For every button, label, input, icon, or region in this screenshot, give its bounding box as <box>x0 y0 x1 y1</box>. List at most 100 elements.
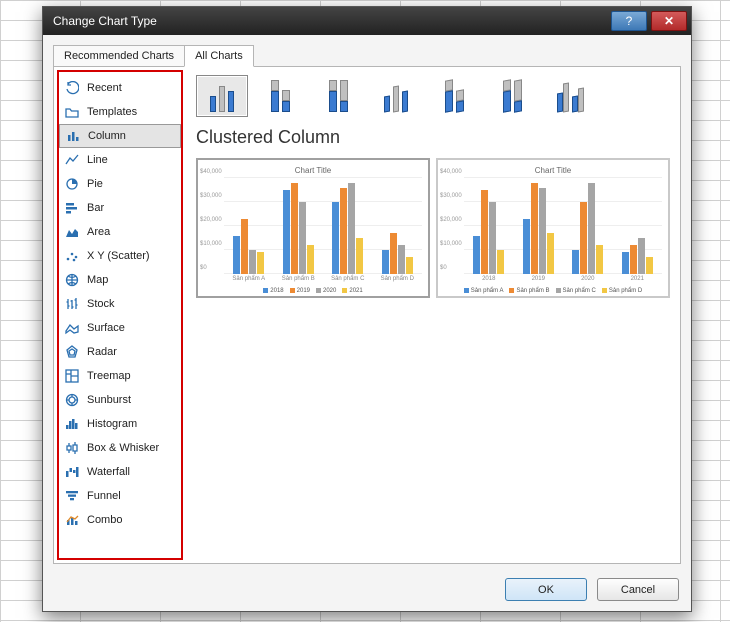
sidebar-item-area[interactable]: Area <box>59 220 181 244</box>
y-tick: $0 <box>200 265 207 271</box>
y-tick: $20,000 <box>200 217 222 223</box>
sidebar-item-label: Pie <box>87 178 103 190</box>
y-tick: $10,000 <box>200 241 222 247</box>
sidebar-item-recent[interactable]: Recent <box>59 76 181 100</box>
y-tick: $0 <box>440 265 447 271</box>
subtype-heading: Clustered Column <box>196 127 670 148</box>
preview-title: Chart Title <box>202 166 424 175</box>
folder-icon <box>65 105 79 119</box>
sunburst-icon <box>65 393 79 407</box>
sidebar-item-label: Recent <box>87 82 122 94</box>
sidebar-item-radar[interactable]: Radar <box>59 340 181 364</box>
close-button[interactable]: ✕ <box>651 11 687 31</box>
sidebar-item-funnel[interactable]: Funnel <box>59 484 181 508</box>
sidebar-item-surface[interactable]: Surface <box>59 316 181 340</box>
sidebar-item-label: Bar <box>87 202 104 214</box>
x-tick: Sản phẩm A <box>224 276 274 282</box>
x-tick: 2018 <box>464 276 514 282</box>
area-icon <box>65 225 79 239</box>
y-tick: $30,000 <box>440 193 462 199</box>
sidebar-item-label: X Y (Scatter) <box>87 250 150 262</box>
y-tick: $10,000 <box>440 241 462 247</box>
help-button[interactable]: ? <box>611 11 647 31</box>
x-tick: Sản phẩm C <box>323 276 373 282</box>
line-icon <box>65 153 79 167</box>
column-icon <box>66 129 80 143</box>
subtype-3d-column[interactable] <box>544 75 596 117</box>
subtype-3d-stacked-column[interactable] <box>428 75 480 117</box>
titlebar: Change Chart Type ? ✕ <box>43 7 691 35</box>
treemap-icon <box>65 369 79 383</box>
sidebar-item-bar[interactable]: Bar <box>59 196 181 220</box>
sidebar-item-label: Column <box>88 130 126 142</box>
x-tick: Sản phẩm B <box>274 276 324 282</box>
sidebar-item-templates[interactable]: Templates <box>59 100 181 124</box>
sidebar-item-combo[interactable]: Combo <box>59 508 181 532</box>
y-tick: $30,000 <box>200 193 222 199</box>
y-tick: $20,000 <box>440 217 462 223</box>
chart-legend: 2018201920202021 <box>198 288 428 294</box>
map-icon <box>65 273 79 287</box>
cancel-button[interactable]: Cancel <box>597 578 679 601</box>
chart-preview-2[interactable]: Chart Title$0$10,000$20,000$30,000$40,00… <box>436 158 670 298</box>
y-tick: $40,000 <box>440 169 462 175</box>
dialog-title: Change Chart Type <box>53 14 611 28</box>
recent-icon <box>65 81 79 95</box>
sidebar-item-line[interactable]: Line <box>59 148 181 172</box>
sidebar-item-label: Line <box>87 154 108 166</box>
subtype-clustered-column[interactable] <box>196 75 248 117</box>
pie-icon <box>65 177 79 191</box>
chart-legend: Sản phẩm ASản phẩm BSản phẩm CSản phẩm D <box>438 288 668 294</box>
subtype-3d-100-stacked-column[interactable] <box>486 75 538 117</box>
x-tick: Sản phẩm D <box>373 276 423 282</box>
sidebar-item-boxwhisker[interactable]: Box & Whisker <box>59 436 181 460</box>
tab-all-charts[interactable]: All Charts <box>184 45 254 67</box>
sidebar-item-label: Histogram <box>87 418 137 430</box>
funnel-icon <box>65 489 79 503</box>
bar-icon <box>65 201 79 215</box>
preview-title: Chart Title <box>442 166 664 175</box>
chart-preview-1[interactable]: Chart Title$0$10,000$20,000$30,000$40,00… <box>196 158 430 298</box>
sidebar-item-label: Treemap <box>87 370 131 382</box>
sidebar-item-label: Stock <box>87 298 115 310</box>
chart-plot-area: $0$10,000$20,000$30,000$40,000 <box>464 178 662 274</box>
sidebar-item-histogram[interactable]: Histogram <box>59 412 181 436</box>
x-tick: 2020 <box>563 276 613 282</box>
combo-icon <box>65 513 79 527</box>
subtype-stacked-column[interactable] <box>254 75 306 117</box>
waterfall-icon <box>65 465 79 479</box>
sidebar-item-stock[interactable]: Stock <box>59 292 181 316</box>
ok-button[interactable]: OK <box>505 578 587 601</box>
sidebar-item-label: Templates <box>87 106 137 118</box>
sidebar-item-label: Waterfall <box>87 466 130 478</box>
sidebar-item-treemap[interactable]: Treemap <box>59 364 181 388</box>
sidebar-item-label: Combo <box>87 514 122 526</box>
preview-row: Chart Title$0$10,000$20,000$30,000$40,00… <box>196 158 670 298</box>
close-icon: ✕ <box>664 14 674 28</box>
sidebar-item-label: Box & Whisker <box>87 442 159 454</box>
sidebar-item-sunburst[interactable]: Sunburst <box>59 388 181 412</box>
sidebar-item-label: Funnel <box>87 490 121 502</box>
subtype-100-stacked-column[interactable] <box>312 75 364 117</box>
y-tick: $40,000 <box>200 169 222 175</box>
histogram-icon <box>65 417 79 431</box>
sidebar-item-map[interactable]: Map <box>59 268 181 292</box>
column-subtype-row <box>196 75 670 117</box>
sidebar-item-waterfall[interactable]: Waterfall <box>59 460 181 484</box>
sidebar-item-label: Radar <box>87 346 117 358</box>
sidebar-item-column[interactable]: Column <box>59 124 181 148</box>
sidebar-item-label: Area <box>87 226 110 238</box>
tab-recommended[interactable]: Recommended Charts <box>53 45 185 67</box>
subtype-3d-clustered-column[interactable] <box>370 75 422 117</box>
stock-icon <box>65 297 79 311</box>
tabs: Recommended Charts All Charts <box>53 45 681 67</box>
x-tick: 2019 <box>514 276 564 282</box>
sidebar-item-label: Map <box>87 274 108 286</box>
change-chart-type-dialog: Change Chart Type ? ✕ Recommended Charts… <box>42 6 692 612</box>
radar-icon <box>65 345 79 359</box>
chart-plot-area: $0$10,000$20,000$30,000$40,000 <box>224 178 422 274</box>
help-icon: ? <box>626 14 633 28</box>
sidebar-item-pie[interactable]: Pie <box>59 172 181 196</box>
sidebar-item-scatter[interactable]: X Y (Scatter) <box>59 244 181 268</box>
scatter-icon <box>65 249 79 263</box>
